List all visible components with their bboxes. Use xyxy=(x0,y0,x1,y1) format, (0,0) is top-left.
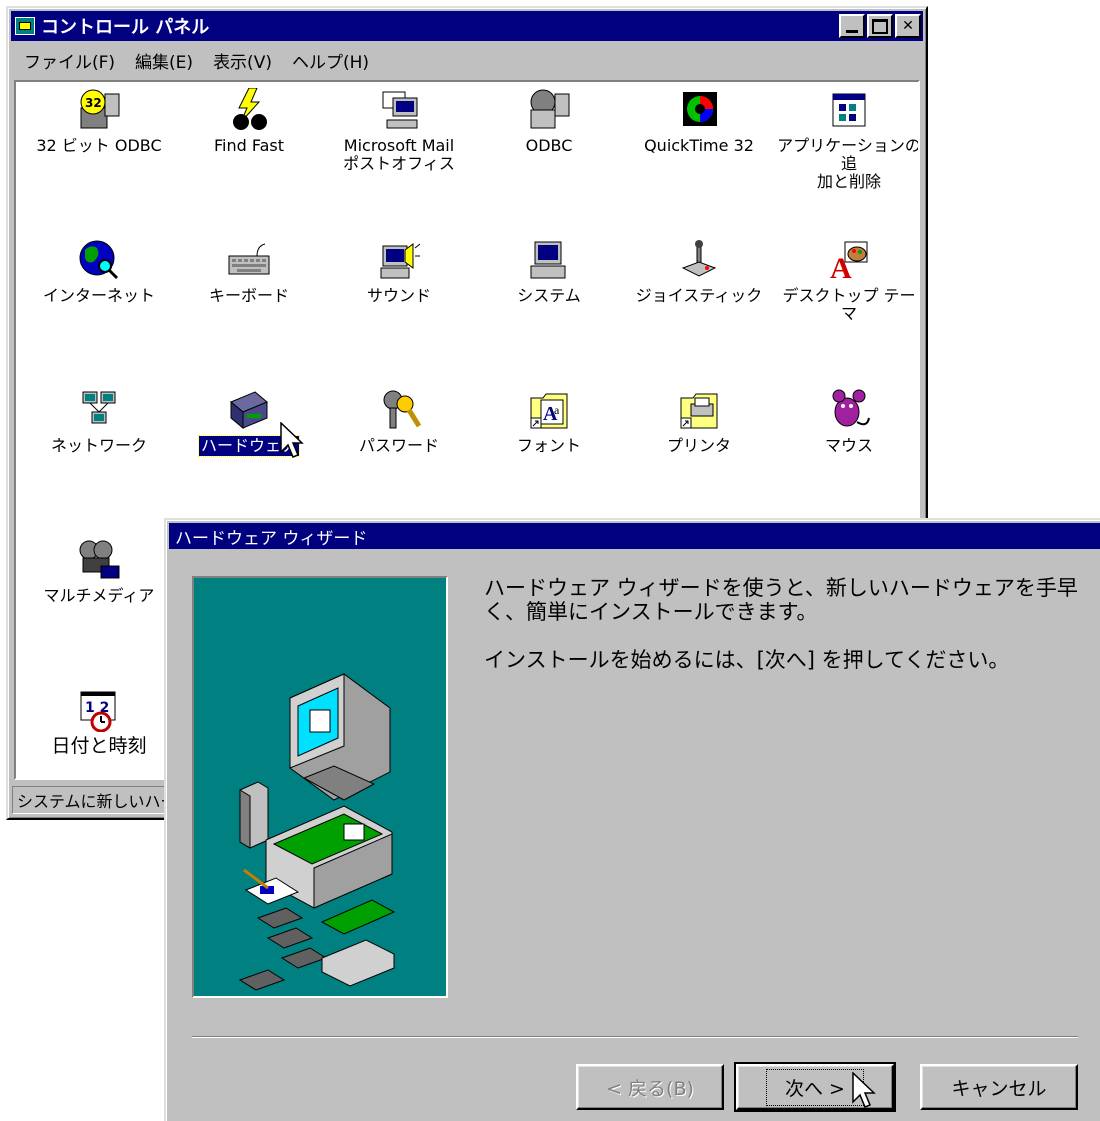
menu-view[interactable]: 表示(V) xyxy=(203,48,282,73)
cp-item-odbc32[interactable]: 32 32 ビット ODBC xyxy=(24,88,174,156)
window-title: コントロール パネル xyxy=(41,17,210,38)
wizard-instruction-text: インストールを始めるには、[次へ] を押してください。 xyxy=(484,648,1010,672)
cp-item-label: 32 ビット ODBC xyxy=(36,136,162,155)
cancel-button-label: キャンセル xyxy=(951,1077,1047,1100)
cp-item-label: ODBC xyxy=(525,136,573,155)
fonts-icon: Aa xyxy=(527,388,571,432)
cp-item-fonts[interactable]: Aa フォント xyxy=(474,388,624,456)
cp-item-keyboard[interactable]: キーボード xyxy=(174,238,324,306)
minimize-button[interactable] xyxy=(839,14,865,38)
hardware-icon xyxy=(227,388,271,432)
cp-item-joystick[interactable]: ジョイスティック xyxy=(624,238,774,306)
cancel-button[interactable]: キャンセル xyxy=(920,1064,1078,1110)
cp-item-label: ネットワーク xyxy=(50,436,147,455)
back-button-label: < 戻る(B) xyxy=(606,1077,694,1100)
close-button[interactable]: ✕ xyxy=(895,14,921,38)
cp-item-passwords[interactable]: パスワード xyxy=(324,388,474,456)
maximize-button[interactable] xyxy=(867,14,893,38)
mouse-cursor-icon xyxy=(280,422,304,458)
cp-item-multimedia[interactable]: マルチメディア xyxy=(24,538,174,606)
cp-item-system[interactable]: システム xyxy=(474,238,624,306)
cp-item-label: システム xyxy=(517,286,581,305)
svg-text:32: 32 xyxy=(85,96,102,110)
quicktime-icon xyxy=(677,88,721,132)
sound-icon xyxy=(377,238,421,282)
wizard-titlebar[interactable]: ハードウェア ウィザード xyxy=(169,523,1100,549)
cp-item-label: サウンド xyxy=(366,286,431,305)
printers-icon xyxy=(677,388,721,432)
control-panel-app-icon[interactable] xyxy=(15,17,35,35)
cp-item-label: マルチメディア xyxy=(43,586,155,605)
svg-text:a: a xyxy=(554,403,560,417)
menu-bar: ファイル(F) 編集(E) 表示(V) ヘルプ(H) xyxy=(14,46,379,74)
menu-file[interactable]: ファイル(F) xyxy=(14,48,125,73)
mouse-cursor-icon xyxy=(852,1072,876,1108)
wizard-intro-text: ハードウェア ウィザードを使うと、新しいハードウェアを手早く、簡単にインストール… xyxy=(484,576,1078,624)
internet-icon xyxy=(77,238,121,282)
mail-postoffice-icon xyxy=(377,88,421,132)
cp-item-label: Find Fast xyxy=(213,136,284,155)
odbc-icon xyxy=(527,88,571,132)
find-fast-icon xyxy=(227,87,271,132)
cp-item-label: 日付と時刻 xyxy=(51,735,147,757)
next-button-label: 次へ > xyxy=(766,1068,864,1106)
menu-edit[interactable]: 編集(E) xyxy=(125,48,203,73)
add-remove-programs-icon xyxy=(827,88,871,132)
cp-item-label: キーボード xyxy=(208,286,289,305)
wizard-text: ハードウェア ウィザードを使うと、新しいハードウェアを手早く、簡単にインストール… xyxy=(484,576,1084,696)
cp-item-label: インターネット xyxy=(42,286,155,305)
keyboard-icon xyxy=(227,238,271,282)
cp-item-label: プリンタ xyxy=(666,436,731,455)
cp-item-quicktime[interactable]: QuickTime 32 xyxy=(624,88,774,156)
menu-help[interactable]: ヘルプ(H) xyxy=(282,48,379,73)
cp-item-label: フォント xyxy=(516,436,581,455)
wizard-separator xyxy=(192,1036,1078,1038)
cp-item-label: マウス xyxy=(824,436,873,455)
cp-item-printers[interactable]: プリンタ xyxy=(624,388,774,456)
cp-item-label: アプリケーションの追 加と削除 xyxy=(777,136,920,191)
odbc32-icon: 32 xyxy=(77,88,121,132)
joystick-icon xyxy=(677,238,721,282)
wizard-title: ハードウェア ウィザード xyxy=(175,528,368,549)
back-button[interactable]: < 戻る(B) xyxy=(576,1064,724,1110)
desktop-themes-icon: A xyxy=(827,238,871,285)
date-time-icon: 1 2 xyxy=(77,688,121,733)
cp-item-date-time[interactable]: 1 2 日付と時刻 xyxy=(24,688,174,756)
cp-item-internet[interactable]: インターネット xyxy=(24,238,174,306)
svg-text:A: A xyxy=(830,252,852,282)
cp-item-network[interactable]: ネットワーク xyxy=(24,388,174,456)
cp-item-label: QuickTime 32 xyxy=(644,136,754,155)
system-icon xyxy=(527,238,571,282)
passwords-icon xyxy=(377,388,422,432)
cp-item-odbc[interactable]: ODBC xyxy=(474,88,624,156)
cp-item-mouse[interactable]: マウス xyxy=(774,388,918,456)
cp-item-label: パスワード xyxy=(358,436,439,455)
cp-item-find-fast[interactable]: Find Fast xyxy=(174,87,324,156)
cp-item-label: ジョイスティック xyxy=(635,286,763,305)
cp-item-add-remove-programs[interactable]: アプリケーションの追 加と削除 xyxy=(774,88,920,192)
cp-item-label: Microsoft Mail ポストオフィス xyxy=(343,136,455,173)
cp-item-label: デスクトップ テーマ xyxy=(782,286,916,323)
wizard-illustration xyxy=(192,576,448,998)
cp-item-desktop-themes[interactable]: A デスクトップ テーマ xyxy=(774,238,918,324)
multimedia-icon xyxy=(77,538,121,582)
hardware-wizard-dialog: ハードウェア ウィザード ハードウェア ウィザードを使うと、新しいハードウェアを… xyxy=(164,518,1100,1121)
network-icon xyxy=(77,388,121,432)
control-panel-titlebar[interactable]: コントロール パネル ✕ xyxy=(11,11,923,41)
cp-item-mail-postoffice[interactable]: Microsoft Mail ポストオフィス xyxy=(324,88,474,174)
cp-item-sound[interactable]: サウンド xyxy=(324,238,474,306)
mouse-icon xyxy=(827,388,871,432)
